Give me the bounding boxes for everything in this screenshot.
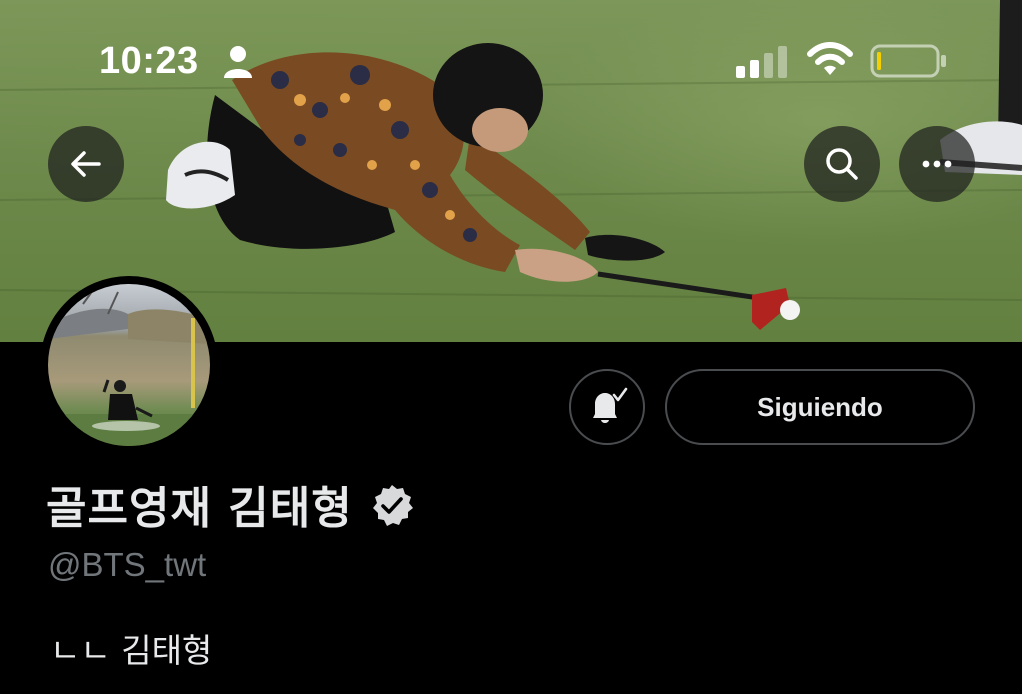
display-name-row: 골프영재 김태형 (46, 474, 415, 534)
username-handle: @BTS_twt (48, 546, 207, 583)
bell-check-icon (593, 387, 628, 423)
avatar-photo-illustration (48, 284, 210, 446)
profile-screen: 10:23 Siguiendo 골프영재 김태형 @BTS_twt ㄴㄴ 김태형 (0, 0, 1022, 694)
avatar-image (48, 284, 210, 446)
arrow-left-icon (71, 151, 101, 177)
ellipsis-icon (922, 160, 952, 168)
wifi-icon (807, 42, 853, 75)
search-icon (826, 148, 858, 180)
status-bar: 10:23 (0, 0, 1022, 120)
status-time: 10:23 (99, 40, 199, 82)
person-icon (224, 46, 252, 78)
avatar[interactable] (40, 276, 218, 454)
profile-bio: ㄴㄴ 김태형 (50, 631, 213, 670)
cellular-signal-icon (736, 46, 787, 78)
back-button[interactable] (48, 126, 124, 202)
more-options-button[interactable] (899, 126, 975, 202)
display-name: 골프영재 김태형 (46, 483, 353, 534)
following-button[interactable]: Siguiendo (665, 369, 975, 445)
search-button[interactable] (804, 126, 880, 202)
battery-icon (870, 44, 946, 78)
notifications-button[interactable] (569, 369, 645, 445)
verified-badge-icon[interactable] (369, 483, 415, 529)
